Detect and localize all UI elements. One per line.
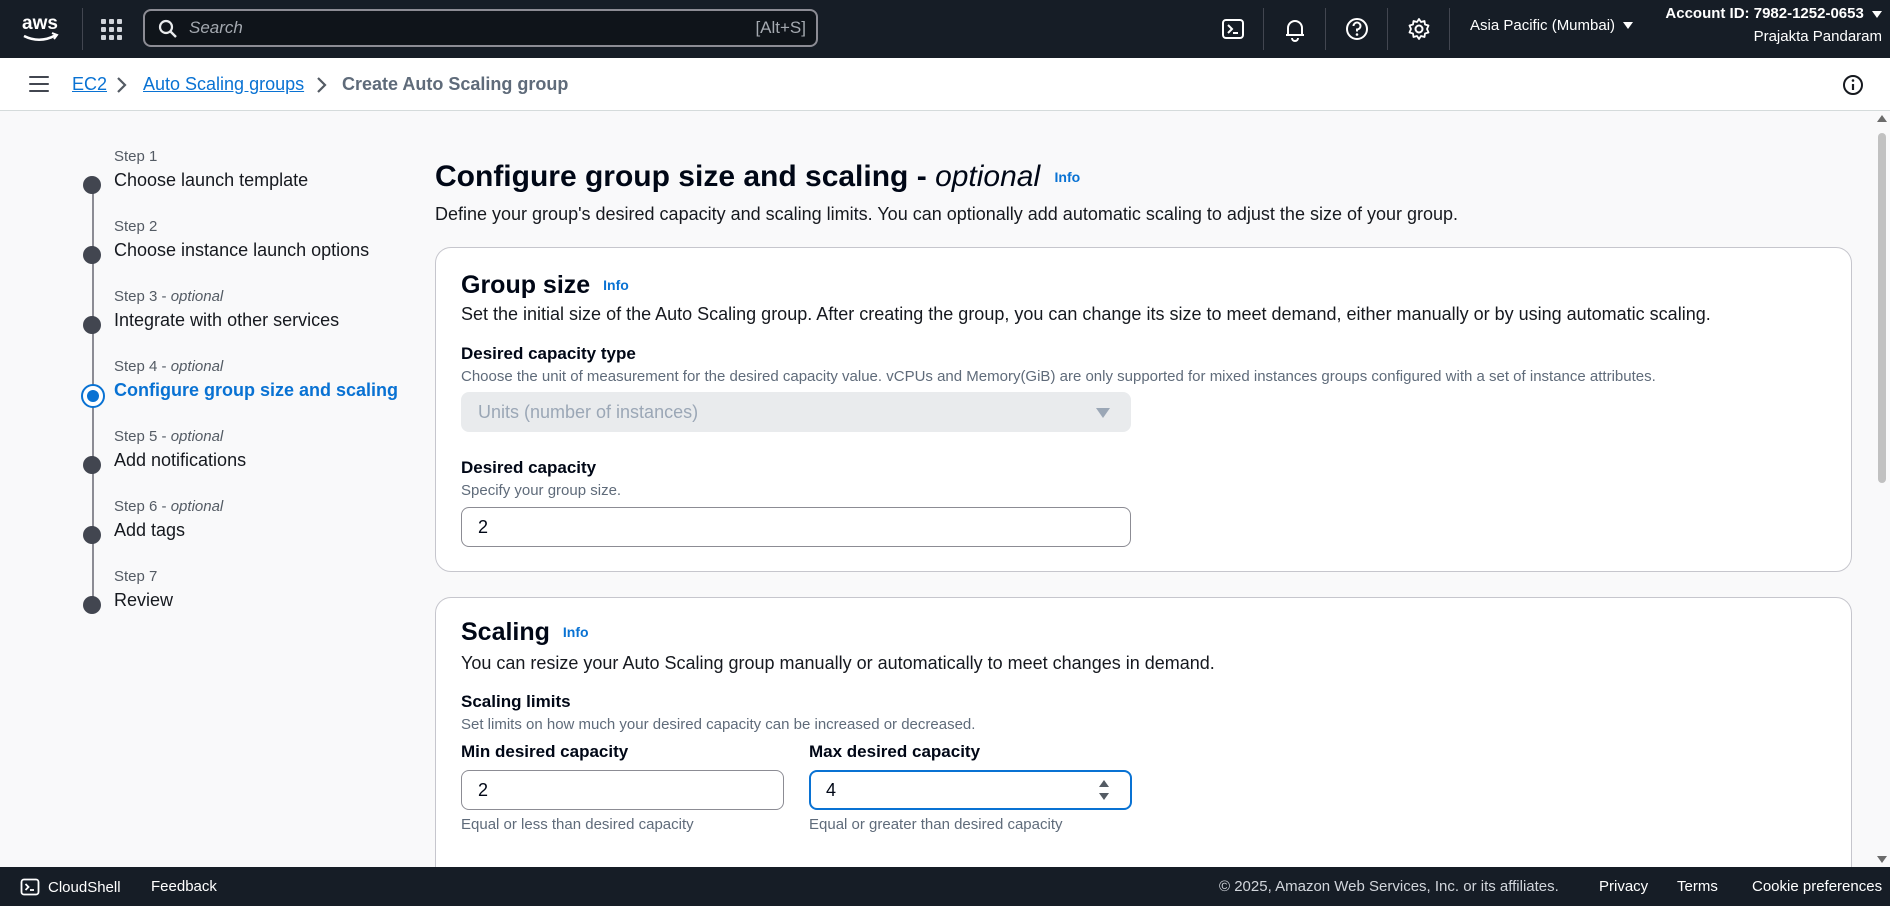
aws-logo-text: aws (22, 13, 58, 34)
search-icon (158, 19, 177, 38)
footer: CloudShell Feedback © 2025, Amazon Web S… (0, 867, 1890, 906)
step-title: Add tags (114, 520, 186, 540)
max-desired-capacity-input[interactable] (809, 770, 1132, 810)
nav-divider (1325, 8, 1326, 50)
top-navigation: aws [Alt+S] Asia Pacific (Mumbai) (0, 0, 1890, 58)
search-shortcut-hint: [Alt+S] (755, 18, 806, 37)
account-menu[interactable]: Account ID: 7982-1252-0653 Prajakta Pand… (1665, 5, 1882, 45)
chevron-right-icon (117, 77, 127, 93)
gear-icon[interactable] (1405, 15, 1433, 43)
terms-link[interactable]: Terms (1677, 878, 1718, 895)
copyright-text: © 2025, Amazon Web Services, Inc. or its… (1219, 878, 1559, 895)
scaling-description: You can resize your Auto Scaling group m… (461, 653, 1215, 673)
menu-icon[interactable] (29, 76, 49, 92)
aws-logo[interactable]: aws (20, 12, 62, 46)
nav-divider (1263, 8, 1264, 50)
account-id: Account ID: 7982-1252-0653 (1665, 5, 1882, 22)
step-indicator (83, 456, 101, 474)
help-icon[interactable] (1343, 15, 1371, 43)
step-number: Step 6 - optional (114, 498, 224, 515)
step-indicator (83, 176, 101, 194)
info-link[interactable]: Info (1055, 169, 1081, 185)
group-size-heading: Group size Info (461, 271, 629, 299)
min-desired-capacity-help: Equal or less than desired capacity (461, 816, 694, 833)
step-title: Choose instance launch options (114, 240, 370, 260)
page-scrollbar[interactable] (1874, 111, 1890, 867)
chevron-down-icon (1623, 22, 1634, 29)
step-number: Step 7 (114, 568, 158, 585)
breadcrumb-bar: EC2 Auto Scaling groups Create Auto Scal… (0, 58, 1890, 111)
group-size-description: Set the initial size of the Auto Scaling… (461, 304, 1711, 324)
step-indicator (83, 246, 101, 264)
step-number: Step 3 - optional (114, 288, 224, 305)
desired-capacity-type-label: Desired capacity type (461, 344, 636, 363)
max-desired-capacity-help: Equal or greater than desired capacity (809, 816, 1063, 833)
info-link[interactable]: Info (563, 624, 589, 640)
services-menu-icon[interactable] (98, 16, 124, 42)
feedback-link[interactable]: Feedback (151, 878, 217, 895)
step-number: Step 5 - optional (114, 428, 224, 445)
region-selector[interactable]: Asia Pacific (Mumbai) (1470, 17, 1634, 34)
chevron-down-icon (1872, 11, 1882, 18)
breadcrumb-auto-scaling-groups[interactable]: Auto Scaling groups (143, 74, 304, 95)
max-desired-capacity-label: Max desired capacity (809, 742, 981, 761)
privacy-link[interactable]: Privacy (1599, 878, 1648, 895)
scaling-limits-label: Scaling limits (461, 692, 571, 711)
desired-capacity-description: Specify your group size. (461, 482, 622, 499)
info-link[interactable]: Info (603, 277, 629, 293)
cookie-preferences-link[interactable]: Cookie preferences (1752, 878, 1882, 895)
number-stepper-icon[interactable] (1098, 777, 1110, 803)
nav-divider (1449, 8, 1450, 50)
min-desired-capacity-input[interactable] (461, 770, 784, 810)
scrollbar-thumb[interactable] (1878, 133, 1886, 483)
scaling-panel: Scaling Info You can resize your Auto Sc… (435, 597, 1852, 906)
scaling-heading: Scaling Info (461, 618, 589, 646)
cloudshell-button[interactable]: CloudShell (20, 877, 121, 897)
step-indicator (83, 596, 101, 614)
nav-divider (82, 8, 83, 50)
scroll-down-arrow-icon[interactable] (1877, 856, 1887, 863)
info-circle-icon[interactable] (1842, 74, 1864, 96)
step-indicator (83, 316, 101, 334)
step-indicator (83, 526, 101, 544)
step-number: Step 2 (114, 218, 158, 235)
breadcrumb-ec2[interactable]: EC2 (72, 74, 107, 95)
select-value: Units (number of instances) (478, 402, 699, 422)
step-title: Integrate with other services (114, 310, 340, 330)
cloudshell-label: CloudShell (48, 878, 121, 896)
account-user: Prajakta Pandaram (1753, 28, 1882, 45)
min-desired-capacity-label: Min desired capacity (461, 742, 629, 761)
group-size-panel: Group size Info Set the initial size of … (435, 247, 1852, 572)
step-title: Configure group size and scaling (114, 380, 399, 400)
cloudshell-icon[interactable] (1219, 15, 1247, 43)
step-indicator-active (81, 384, 105, 408)
cloudshell-icon (20, 878, 40, 896)
desired-capacity-input[interactable] (461, 507, 1131, 547)
search-box[interactable]: [Alt+S] (143, 9, 818, 47)
breadcrumb-current: Create Auto Scaling group (342, 74, 569, 94)
nav-divider (1387, 8, 1388, 50)
page-description: Define your group's desired capacity and… (435, 204, 1459, 224)
bell-icon[interactable] (1281, 15, 1309, 43)
page-title: Configure group size and scaling - optio… (435, 160, 1081, 193)
step-number: Step 4 - optional (114, 358, 224, 375)
step-number: Step 1 (114, 148, 158, 165)
caret-down-icon (1096, 408, 1110, 418)
scroll-up-arrow-icon[interactable] (1877, 115, 1887, 122)
step-title: Choose launch template (114, 170, 309, 190)
desired-capacity-type-select: Units (number of instances) (461, 392, 1131, 432)
region-label: Asia Pacific (Mumbai) (1470, 17, 1616, 34)
step-title: Add notifications (114, 450, 247, 470)
search-input[interactable] (189, 17, 669, 39)
chevron-right-icon (317, 77, 327, 93)
desired-capacity-label: Desired capacity (461, 458, 597, 477)
scaling-limits-description: Set limits on how much your desired capa… (461, 716, 976, 733)
step-title: Review (114, 590, 174, 610)
desired-capacity-type-description: Choose the unit of measurement for the d… (461, 368, 1656, 385)
